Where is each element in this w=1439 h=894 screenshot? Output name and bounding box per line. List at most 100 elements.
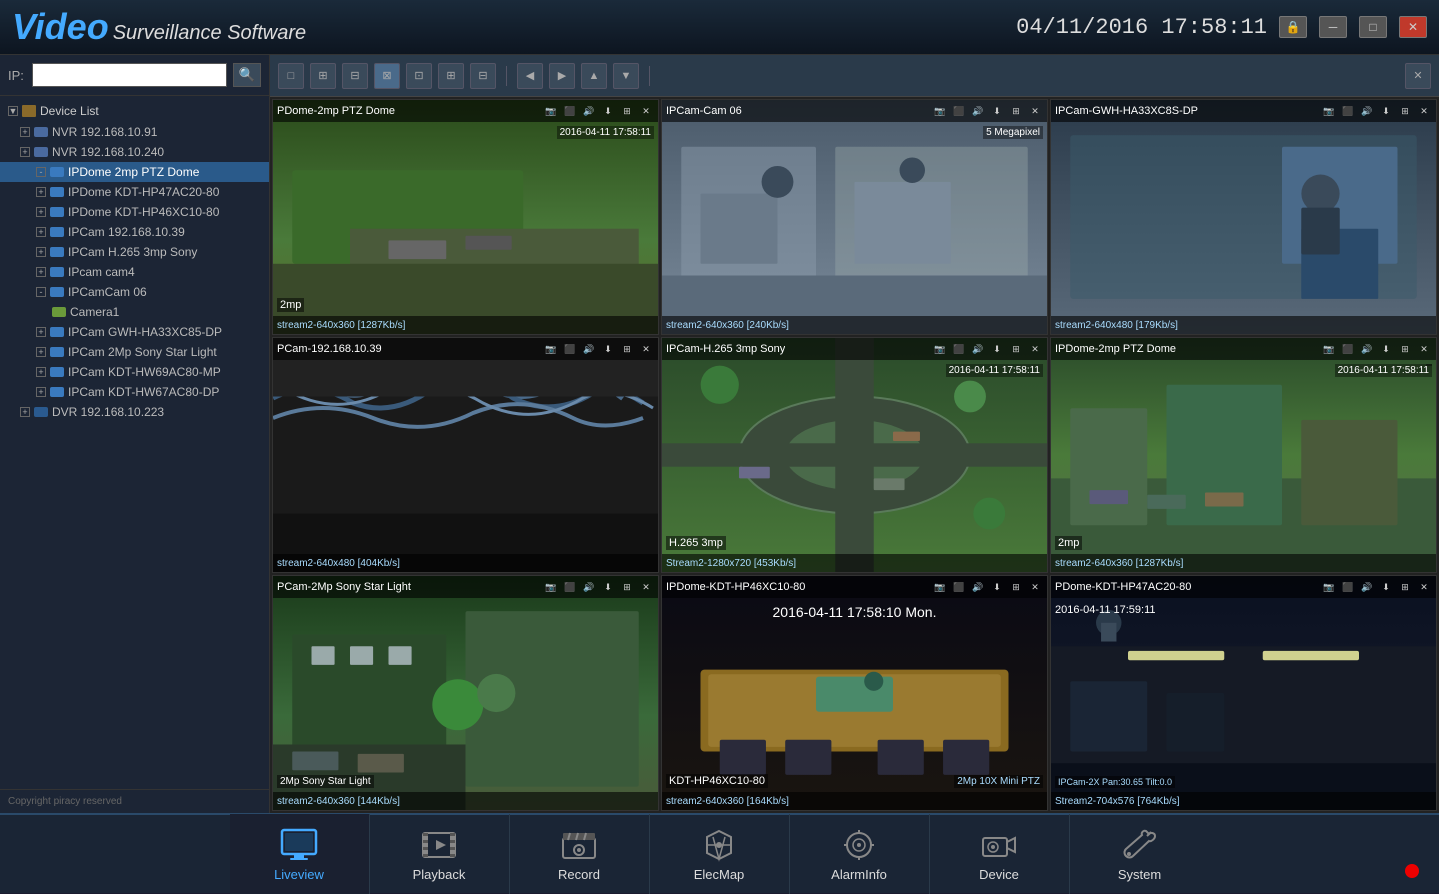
camera-cell-1[interactable]: PDome-2mp PTZ Dome 📷 ⬛ 🔊 ⬇ ⊞ ✕ 2016-04-1… (272, 99, 659, 335)
cam2-fullscreen-btn[interactable]: ⊞ (1008, 103, 1024, 119)
camera-cell-3[interactable]: IPCam-GWH-HA33XC8S-DP 📷 ⬛ 🔊 ⬇ ⊞ ✕ stream… (1050, 99, 1437, 335)
cam9-audio-btn[interactable]: 🔊 (1359, 579, 1375, 595)
cam9-fullscreen-btn[interactable]: ⊞ (1397, 579, 1413, 595)
cam8-audio-btn[interactable]: 🔊 (970, 579, 986, 595)
camera-cell-6[interactable]: IPDome-2mp PTZ Dome 📷 ⬛ 🔊 ⬇ ⊞ ✕ 2016-04-… (1050, 337, 1437, 573)
sidebar-item-kdt67[interactable]: + IPCam KDT-HW67AC80-DP (0, 382, 269, 402)
cam8-snapshot-btn[interactable]: 📷 (932, 579, 948, 595)
camera-cell-8[interactable]: IPDome-KDT-HP46XC10-80 📷 ⬛ 🔊 ⬇ ⊞ ✕ 2016-… (661, 575, 1048, 811)
cam8-close-btn[interactable]: ✕ (1027, 579, 1043, 595)
cam6-close-btn[interactable]: ✕ (1416, 341, 1432, 357)
sidebar-item-dvr[interactable]: + DVR 192.168.10.223 (0, 402, 269, 422)
cam2-download-btn[interactable]: ⬇ (989, 103, 1005, 119)
camera-cell-9[interactable]: PDome-KDT-HP47AC20-80 📷 ⬛ 🔊 ⬇ ⊞ ✕ 2016-0… (1050, 575, 1437, 811)
cam5-record-btn[interactable]: ⬛ (951, 341, 967, 357)
cam4-close-btn[interactable]: ✕ (638, 341, 654, 357)
view-6-btn[interactable]: ⊟ (342, 63, 368, 89)
cam4-record-btn[interactable]: ⬛ (562, 341, 578, 357)
sidebar-item-ipcamcam06[interactable]: - IPCamCam 06 (0, 282, 269, 302)
minimize-button[interactable]: ─ (1319, 16, 1347, 38)
cam5-download-btn[interactable]: ⬇ (989, 341, 1005, 357)
cam3-snapshot-btn[interactable]: 📷 (1321, 103, 1337, 119)
cam7-close-btn[interactable]: ✕ (638, 579, 654, 595)
cam2-snapshot-btn[interactable]: 📷 (932, 103, 948, 119)
cam5-fullscreen-btn[interactable]: ⊞ (1008, 341, 1024, 357)
cam3-audio-btn[interactable]: 🔊 (1359, 103, 1375, 119)
view-16-btn[interactable]: ⊡ (406, 63, 432, 89)
cam4-audio-btn[interactable]: 🔊 (581, 341, 597, 357)
view-custom1-btn[interactable]: ⊞ (438, 63, 464, 89)
root-expand-icon[interactable]: ▼ (8, 106, 18, 116)
nav-record[interactable]: Record (510, 814, 650, 894)
nav-system[interactable]: System (1070, 814, 1210, 894)
view-single-btn[interactable]: □ (278, 63, 304, 89)
camera-cell-7[interactable]: PCam-2Mp Sony Star Light 📷 ⬛ 🔊 ⬇ ⊞ ✕ 2Mp… (272, 575, 659, 811)
cam5-snapshot-btn[interactable]: 📷 (932, 341, 948, 357)
cam7-snapshot-btn[interactable]: 📷 (543, 579, 559, 595)
cam9-record-btn[interactable]: ⬛ (1340, 579, 1356, 595)
sidebar-item-ipdome-kdt46[interactable]: + IPDome KDT-HP46XC10-80 (0, 202, 269, 222)
cam7-download-btn[interactable]: ⬇ (600, 579, 616, 595)
sidebar-item-h265[interactable]: + IPCam H.265 3mp Sony (0, 242, 269, 262)
cam9-snapshot-btn[interactable]: 📷 (1321, 579, 1337, 595)
lock-button[interactable]: 🔒 (1279, 16, 1307, 38)
close-all-btn[interactable]: ✕ (1405, 63, 1431, 89)
maximize-button[interactable]: □ (1359, 16, 1387, 38)
cam1-audio-btn[interactable]: 🔊 (581, 103, 597, 119)
cam7-record-btn[interactable]: ⬛ (562, 579, 578, 595)
search-button[interactable]: 🔍 (233, 63, 261, 87)
cam1-snapshot-btn[interactable]: 📷 (543, 103, 559, 119)
cam6-fullscreen-btn[interactable]: ⊞ (1397, 341, 1413, 357)
cam2-close-btn[interactable]: ✕ (1027, 103, 1043, 119)
next-btn[interactable]: ▶ (549, 63, 575, 89)
cam7-fullscreen-btn[interactable]: ⊞ (619, 579, 635, 595)
view-9-btn[interactable]: ⊠ (374, 63, 400, 89)
sidebar-item-kdt69[interactable]: + IPCam KDT-HW69AC80-MP (0, 362, 269, 382)
cam4-download-btn[interactable]: ⬇ (600, 341, 616, 357)
sidebar-item-gwh[interactable]: + IPCam GWH-HA33XC85-DP (0, 322, 269, 342)
cam4-fullscreen-btn[interactable]: ⊞ (619, 341, 635, 357)
cam8-download-btn[interactable]: ⬇ (989, 579, 1005, 595)
cam6-audio-btn[interactable]: 🔊 (1359, 341, 1375, 357)
down-btn[interactable]: ▼ (613, 63, 639, 89)
nav-alarminfo[interactable]: AlarmInfo (790, 814, 930, 894)
cam7-audio-btn[interactable]: 🔊 (581, 579, 597, 595)
cam6-snapshot-btn[interactable]: 📷 (1321, 341, 1337, 357)
view-4-btn[interactable]: ⊞ (310, 63, 336, 89)
cam6-record-btn[interactable]: ⬛ (1340, 341, 1356, 357)
cam3-fullscreen-btn[interactable]: ⊞ (1397, 103, 1413, 119)
cam5-audio-btn[interactable]: 🔊 (970, 341, 986, 357)
nav-elecmap[interactable]: ElecMap (650, 814, 790, 894)
sidebar-item-ipdome2mp[interactable]: - IPDome 2mp PTZ Dome (0, 162, 269, 182)
cam3-download-btn[interactable]: ⬇ (1378, 103, 1394, 119)
cam1-download-btn[interactable]: ⬇ (600, 103, 616, 119)
cam3-close-btn[interactable]: ✕ (1416, 103, 1432, 119)
camera-cell-4[interactable]: PCam-192.168.10.39 📷 ⬛ 🔊 ⬇ ⊞ ✕ stream2-6… (272, 337, 659, 573)
close-button[interactable]: ✕ (1399, 16, 1427, 38)
prev-btn[interactable]: ◀ (517, 63, 543, 89)
cam6-download-btn[interactable]: ⬇ (1378, 341, 1394, 357)
cam8-record-btn[interactable]: ⬛ (951, 579, 967, 595)
nav-playback[interactable]: Playback (370, 814, 510, 894)
sidebar-item-nvr2[interactable]: + NVR 192.168.10.240 (0, 142, 269, 162)
camera-cell-2[interactable]: IPCam-Cam 06 📷 ⬛ 🔊 ⬇ ⊞ ✕ 5 Megapixel str… (661, 99, 1048, 335)
cam1-record-btn[interactable]: ⬛ (562, 103, 578, 119)
cam9-close-btn[interactable]: ✕ (1416, 579, 1432, 595)
sidebar-item-camera1[interactable]: Camera1 (0, 302, 269, 322)
cam1-fullscreen-btn[interactable]: ⊞ (619, 103, 635, 119)
cam4-snapshot-btn[interactable]: 📷 (543, 341, 559, 357)
cam9-download-btn[interactable]: ⬇ (1378, 579, 1394, 595)
cam5-close-btn[interactable]: ✕ (1027, 341, 1043, 357)
cam8-fullscreen-btn[interactable]: ⊞ (1008, 579, 1024, 595)
sidebar-item-ipcam39[interactable]: + IPCam 192.168.10.39 (0, 222, 269, 242)
nav-device[interactable]: Device (930, 814, 1070, 894)
view-custom2-btn[interactable]: ⊟ (470, 63, 496, 89)
sidebar-item-sony-star[interactable]: + IPCam 2Mp Sony Star Light (0, 342, 269, 362)
ip-input[interactable] (32, 63, 227, 87)
up-btn[interactable]: ▲ (581, 63, 607, 89)
sidebar-item-nvr1[interactable]: + NVR 192.168.10.91 (0, 122, 269, 142)
nav-liveview[interactable]: Liveview (230, 814, 370, 894)
cam1-close-btn[interactable]: ✕ (638, 103, 654, 119)
sidebar-item-ipdome-kdt47[interactable]: + IPDome KDT-HP47AC20-80 (0, 182, 269, 202)
cam3-record-btn[interactable]: ⬛ (1340, 103, 1356, 119)
